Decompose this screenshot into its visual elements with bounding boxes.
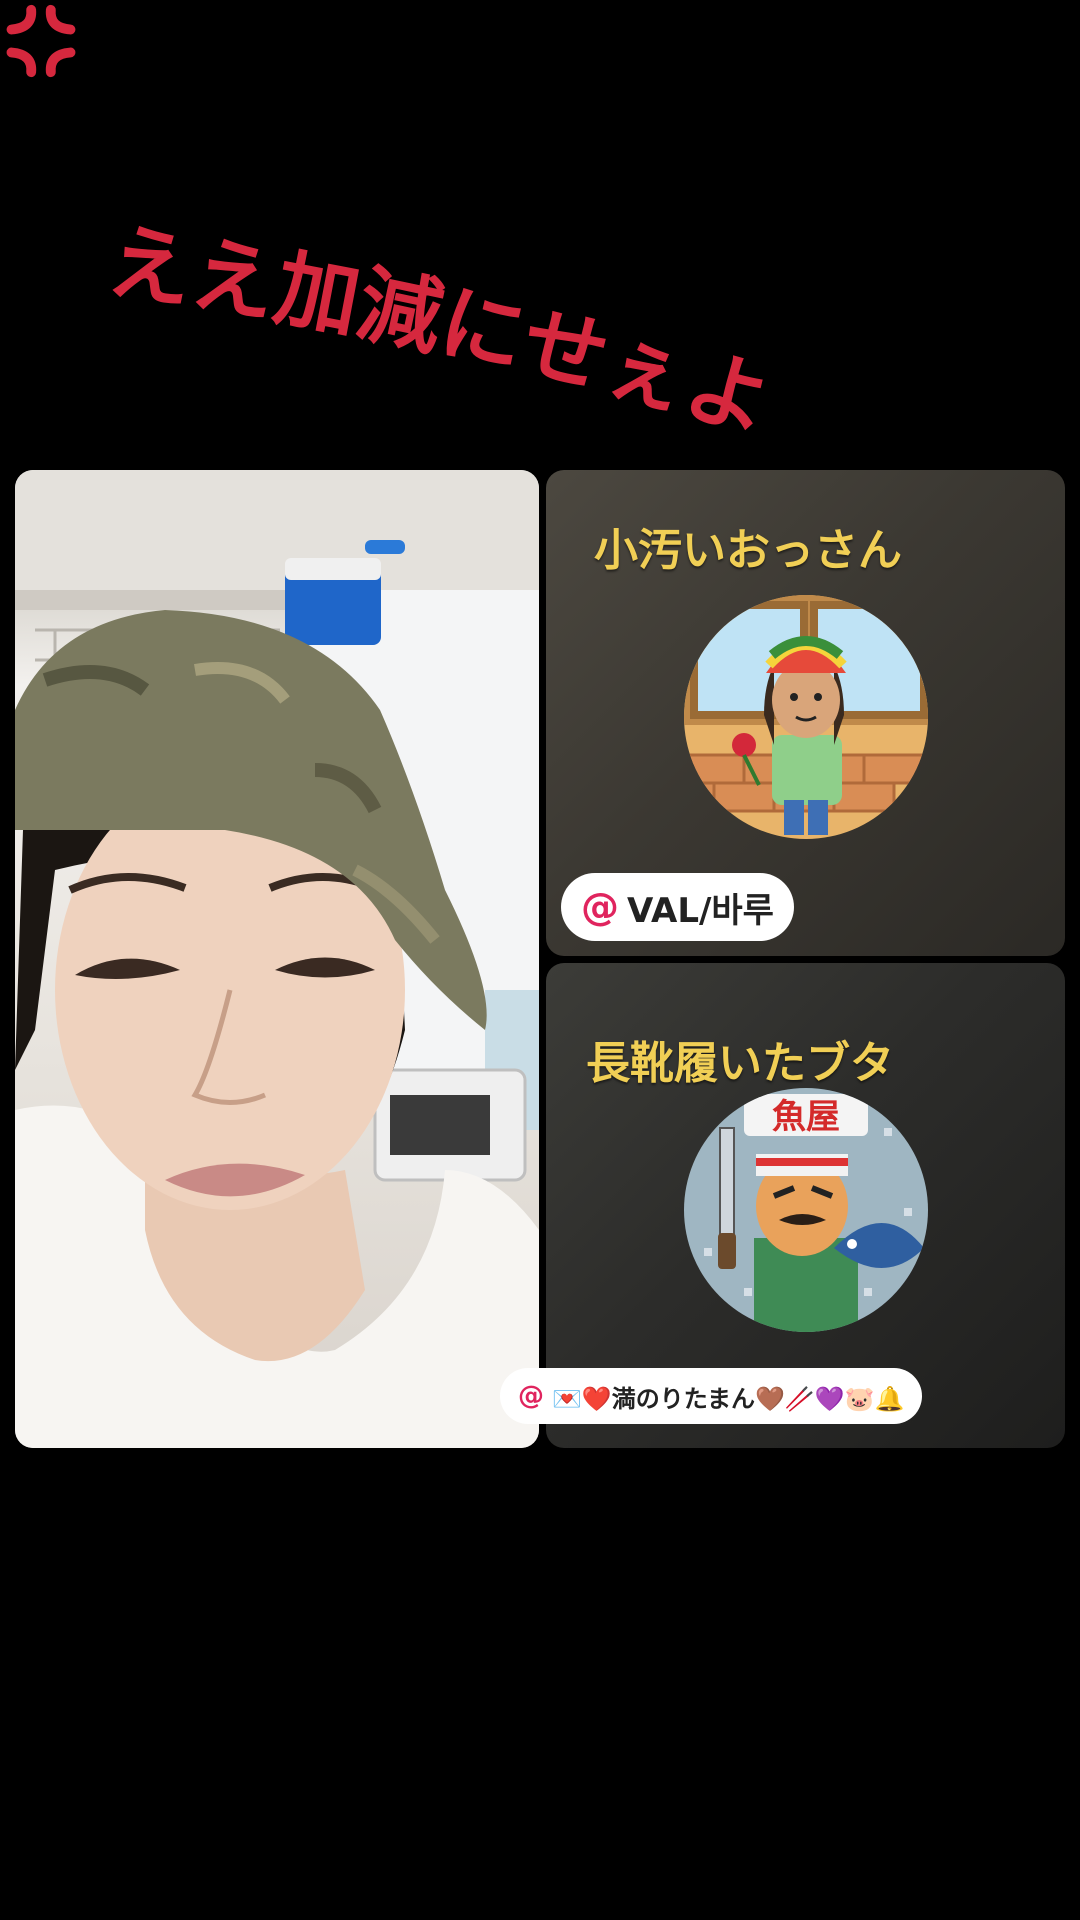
host-video-frame — [15, 470, 539, 1448]
guest-handle-1[interactable]: @ VAL/바루 — [561, 873, 794, 941]
guest-avatar-2: 魚屋 — [684, 1088, 928, 1332]
guest-name-1: 小汚いおっさん — [594, 525, 902, 576]
caption-overlay: ええ加減にせぇよ — [0, 0, 1080, 480]
anger-icon — [6, 4, 76, 78]
guest-handle-text-1: VAL/바루 — [627, 890, 774, 931]
caption-text: ええ加減にせぇよ — [102, 211, 783, 452]
at-icon: @ — [518, 1381, 544, 1411]
avatar-banner-text: 魚屋 — [772, 1097, 840, 1137]
guest-avatar-1 — [684, 595, 928, 839]
guest-handle-text-2: 💌❤️満のりたまん🤎🥢💜🐷🔔 — [552, 1384, 905, 1413]
caption-text-path: ええ加減にせぇよ — [102, 211, 783, 452]
guest-name-2: 長靴履いたブタ — [586, 1038, 894, 1089]
at-icon: @ — [581, 885, 619, 929]
host-video-tile — [15, 470, 539, 1448]
guest-handle-2[interactable]: @ 💌❤️満のりたまん🤎🥢💜🐷🔔 — [500, 1368, 923, 1424]
